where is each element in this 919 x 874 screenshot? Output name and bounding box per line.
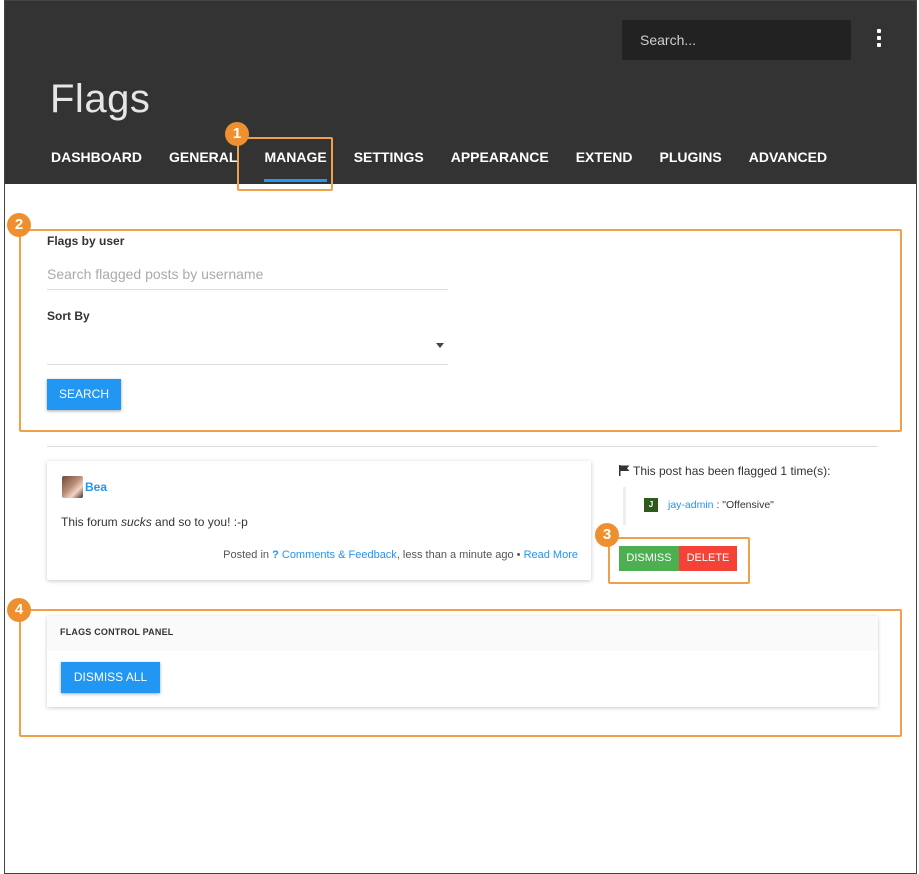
sort-by-label: Sort By <box>47 309 90 323</box>
tab-general[interactable]: GENERAL <box>169 149 237 165</box>
flags-by-user-label: Flags by user <box>47 234 125 248</box>
search-box[interactable] <box>622 20 851 60</box>
tab-extend[interactable]: EXTEND <box>576 149 633 165</box>
category-link[interactable]: Comments & Feedback <box>282 549 397 561</box>
flags-control-panel: FLAGS CONTROL PANEL DISMISS ALL <box>47 616 878 707</box>
flagger-link[interactable]: jay-admin <box>668 499 714 511</box>
tab-dashboard[interactable]: DASHBOARD <box>51 149 142 165</box>
chevron-down-icon <box>436 343 444 348</box>
kebab-menu-icon[interactable] <box>873 29 885 51</box>
callout-badge-1: 1 <box>225 122 249 146</box>
tab-advanced[interactable]: ADVANCED <box>749 149 827 165</box>
search-button[interactable]: SEARCH <box>47 379 121 410</box>
panel-header: FLAGS CONTROL PANEL <box>47 616 878 651</box>
delete-button[interactable]: DELETE <box>679 546 737 571</box>
dismiss-button[interactable]: DISMISS <box>619 546 679 571</box>
search-input[interactable] <box>622 20 851 60</box>
category-icon: ? <box>272 549 279 561</box>
flagged-post-card: Bea This forum sucks and so to you! :-p … <box>47 461 591 580</box>
panel-title: FLAGS CONTROL PANEL <box>60 627 174 637</box>
read-more-link[interactable]: Read More <box>524 549 578 561</box>
flag-reason-item: Jjay-admin : "Offensive" <box>623 487 774 525</box>
avatar[interactable] <box>62 476 83 498</box>
tab-appearance[interactable]: APPEARANCE <box>451 149 549 165</box>
admin-nav: DASHBOARD GENERAL MANAGE SETTINGS APPEAR… <box>51 149 854 182</box>
app-frame: Flags DASHBOARD GENERAL MANAGE SETTINGS … <box>4 0 917 874</box>
tab-manage[interactable]: MANAGE <box>264 149 327 182</box>
dismiss-all-button[interactable]: DISMISS ALL <box>61 662 160 693</box>
page-title: Flags <box>50 77 151 121</box>
tab-plugins[interactable]: PLUGINS <box>660 149 722 165</box>
tab-settings[interactable]: SETTINGS <box>354 149 424 165</box>
flag-reason-text: : "Offensive" <box>713 498 774 511</box>
post-author-link[interactable]: Bea <box>85 480 107 494</box>
admin-header: Flags DASHBOARD GENERAL MANAGE SETTINGS … <box>5 1 916 184</box>
callout-badge-2: 2 <box>7 213 31 237</box>
sort-by-select[interactable] <box>47 335 448 365</box>
username-search-input[interactable] <box>47 259 448 290</box>
callout-badge-4: 4 <box>7 598 31 622</box>
post-content: This forum sucks and so to you! :-p <box>61 515 248 529</box>
callout-badge-3: 3 <box>595 523 619 547</box>
divider <box>47 446 878 447</box>
flag-icon <box>619 465 630 476</box>
flagger-avatar: J <box>644 498 658 512</box>
flag-summary: This post has been flagged 1 time(s): <box>619 464 830 478</box>
post-meta: Posted in ? Comments & Feedback, less th… <box>223 549 578 561</box>
